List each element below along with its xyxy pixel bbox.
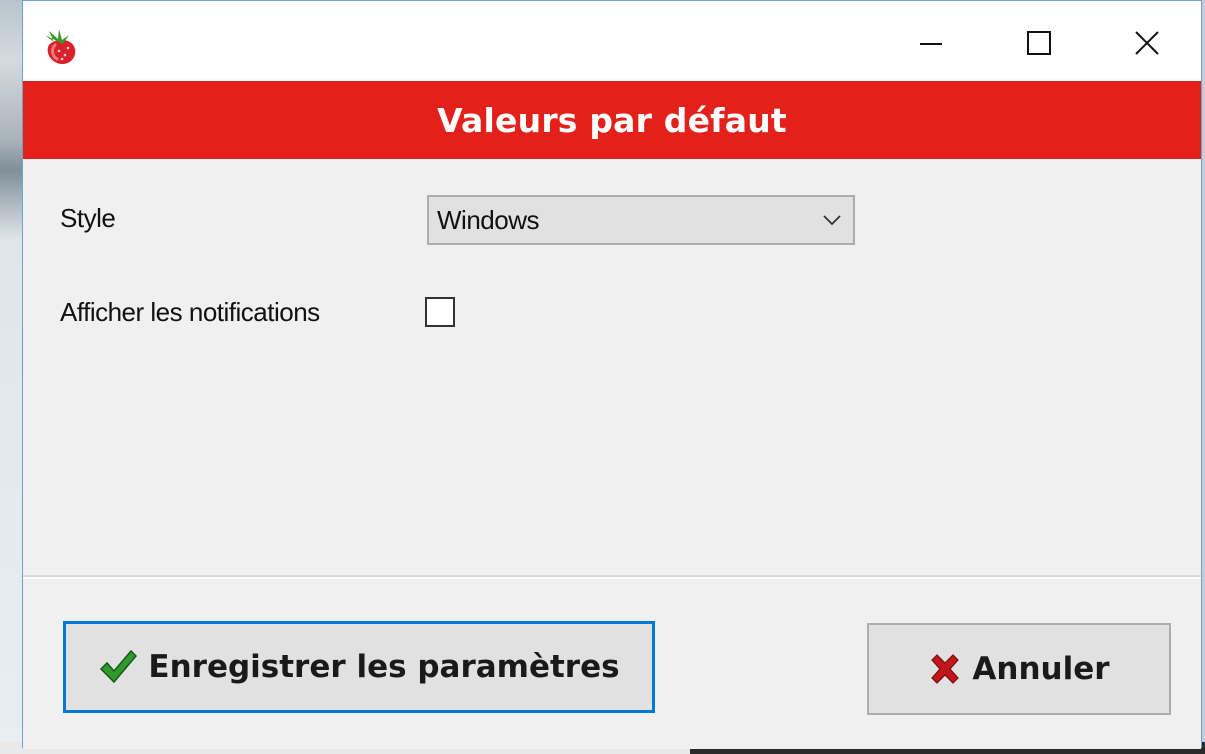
settings-dialog: Valeurs par défaut Style Windows Affiche… (22, 0, 1202, 749)
title-bar[interactable] (23, 1, 1201, 81)
strawberry-icon (45, 29, 76, 65)
style-label: Style (60, 203, 116, 233)
maximize-button[interactable] (1009, 23, 1069, 63)
desktop-background (0, 0, 22, 754)
cancel-button[interactable]: Annuler (867, 623, 1171, 715)
chevron-down-icon (823, 215, 841, 226)
cancel-button-label: Annuler (972, 651, 1110, 687)
maximize-icon (1027, 31, 1051, 55)
x-cross-icon (931, 654, 960, 684)
page-title: Valeurs par défaut (437, 100, 787, 140)
minimize-button[interactable] (901, 23, 961, 63)
style-select[interactable]: Windows (427, 195, 855, 245)
header-banner: Valeurs par défaut (23, 81, 1201, 159)
checkmark-icon (100, 649, 138, 684)
style-select-value: Windows (437, 204, 539, 235)
save-button[interactable]: Enregistrer les paramètres (63, 621, 655, 713)
close-button[interactable] (1117, 23, 1177, 63)
notifications-checkbox[interactable] (425, 297, 455, 327)
close-icon (1135, 31, 1159, 55)
save-button-label: Enregistrer les paramètres (148, 649, 620, 685)
minimize-icon (920, 43, 942, 45)
notifications-label: Afficher les notifications (60, 297, 320, 327)
